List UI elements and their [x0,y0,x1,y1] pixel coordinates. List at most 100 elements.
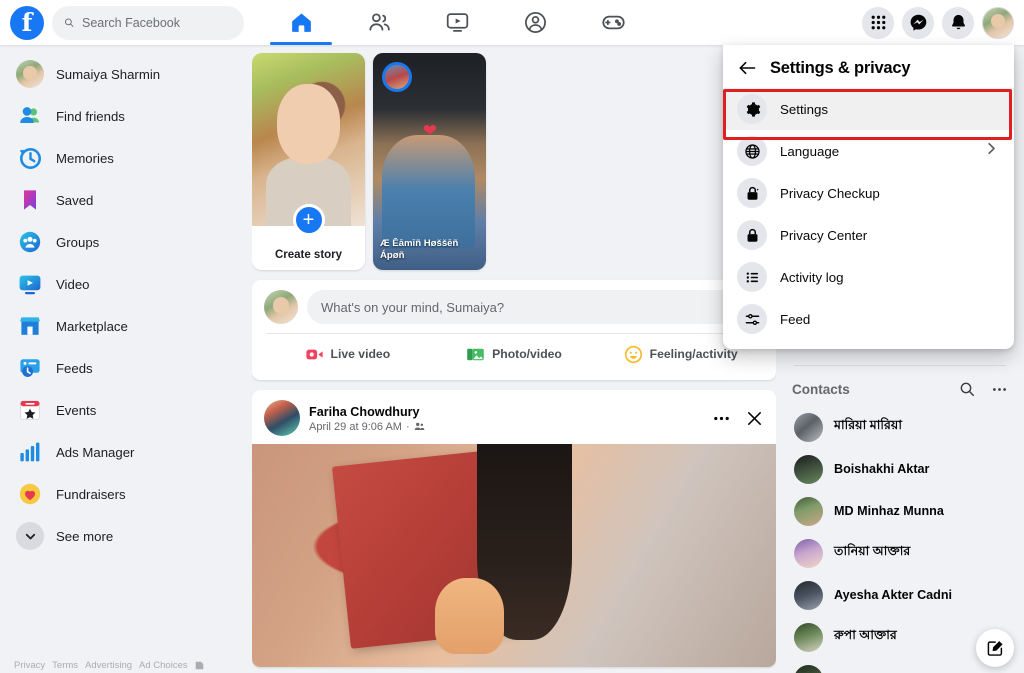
marketplace-store-icon [16,312,44,340]
plus-icon[interactable]: + [292,204,325,236]
groups-icon [16,228,44,256]
user-story-thumbnail [382,135,475,249]
contacts-title: Contacts [792,381,850,397]
tab-video[interactable] [418,0,496,45]
tab-gaming[interactable] [574,0,652,45]
menu-item-label: Privacy Checkup [780,185,880,201]
post-timestamp[interactable]: April 29 at 9:06 AM [309,421,402,433]
groups-icon [524,12,546,33]
video-icon [446,13,468,32]
grid-menu-icon [871,15,885,30]
notifications-button[interactable] [942,6,974,39]
menu-item-label: Feed [780,311,811,327]
topbar-actions [862,0,1014,45]
post-header-actions [712,409,764,428]
ad-choices-icon [195,661,203,670]
user-story-label: Æ Ēāmīñ Høššēñ Ápøñ [380,238,459,262]
search-input[interactable] [82,15,232,30]
menu-item-feed[interactable]: Feed [723,298,1014,340]
sidebar-item-label: Ads Manager [56,444,135,460]
composer-input[interactable]: What's on your mind, Sumaiya? [307,290,764,324]
contact-list-item[interactable]: Boishakhi Aktar [788,448,1012,490]
sidebar-item-see-more[interactable]: See more [8,515,240,557]
post-author-avatar[interactable] [264,400,300,436]
post-composer: What's on your mind, Sumaiya? Live video [252,280,776,380]
tab-groups[interactable] [496,0,574,45]
footer-link-advertising[interactable]: Advertising [85,660,132,671]
menu-item-settings[interactable]: Settings [723,88,1014,130]
feeling-activity-icon [624,345,642,363]
menu-item-privacy-center[interactable]: Privacy Center [723,214,1014,256]
grid-menu-button[interactable] [862,6,894,39]
menu-item-privacy-checkup[interactable]: Privacy Checkup [723,172,1014,214]
contact-list-item[interactable]: মারিয়া মারিয়া [788,406,1012,448]
post-image-hand [435,577,504,654]
feed-sliders-icon [737,304,767,334]
live-video-button[interactable]: Live video [264,337,431,371]
more-options-icon[interactable] [991,381,1008,398]
footer-link-ad-choices[interactable]: Ad Choices [139,660,188,671]
account-avatar[interactable] [982,6,1014,39]
search-box[interactable] [52,5,244,40]
tab-home[interactable] [262,0,340,45]
saved-bookmark-icon [16,186,44,214]
feed-post: Fariha Chowdhury April 29 at 9:06 AM · [252,390,776,667]
sidebar-item-memories[interactable]: Memories [8,137,240,179]
create-story-thumbnail [252,53,365,226]
menu-item-language[interactable]: Language [723,130,1014,172]
ads-manager-bars-icon [16,438,44,466]
sidebar-item-groups[interactable]: Groups [8,221,240,263]
news-feed: + Create story ❤ Æ Ēāmīñ Høššēñ Ápøñ Wha… [252,45,776,673]
close-icon[interactable] [745,409,764,428]
user-story-card[interactable]: ❤ Æ Ēāmīñ Høššēñ Ápøñ [373,53,486,270]
dropdown-title: Settings & privacy [770,58,911,77]
sidebar-item-label: Memories [56,150,114,166]
privacy-checkup-lock-icon [737,178,767,208]
compose-message-button[interactable] [976,629,1014,667]
friends-audience-icon[interactable] [414,421,425,432]
privacy-center-lock-icon [737,220,767,250]
contact-name: তানিয়া আক্তার [834,544,911,558]
post-header: Fariha Chowdhury April 29 at 9:06 AM · [252,390,776,444]
tab-friends[interactable] [340,0,418,45]
sidebar-item-marketplace[interactable]: Marketplace [8,305,240,347]
sidebar-item-ads-manager[interactable]: Ads Manager [8,431,240,473]
topbar-left-group [0,5,244,40]
events-calendar-icon [16,396,44,424]
post-image[interactable] [252,444,776,667]
sidebar-item-saved[interactable]: Saved [8,179,240,221]
footer-link-privacy[interactable]: Privacy [14,660,45,671]
left-sidebar: Sumaiya Sharmin Find friends Memories Sa… [0,45,240,673]
create-story-card[interactable]: + Create story [252,53,365,270]
back-arrow-icon[interactable] [737,58,757,78]
sidebar-item-fundraisers[interactable]: Fundraisers [8,473,240,515]
footer-link-terms[interactable]: Terms [52,660,78,671]
sidebar-item-feeds[interactable]: Feeds [8,347,240,389]
memories-clock-icon [16,144,44,172]
facebook-page: Sumaiya Sharmin Find friends [0,0,1024,673]
sidebar-item-find-friends[interactable]: Find friends [8,95,240,137]
sidebar-item-profile[interactable]: Sumaiya Sharmin [8,53,240,95]
photo-video-button[interactable]: Photo/video [431,337,598,371]
post-author-name[interactable]: Fariha Chowdhury [309,404,425,421]
search-icon[interactable] [959,381,975,397]
contact-avatar [794,622,823,652]
contact-list-item[interactable]: Ayesha Akter Cadni [788,574,1012,616]
contact-list-item[interactable]: MD Minhaz Munna [788,490,1012,532]
fundraisers-heart-icon [16,480,44,508]
composer-actions: Live video Photo/video Feeling/activity [264,334,764,374]
compose-message-icon [987,640,1003,656]
contact-name: রুপা আক্তার [834,628,897,642]
sidebar-item-events[interactable]: Events [8,389,240,431]
sidebar-item-label: Fundraisers [56,486,126,502]
sidebar-item-label: Saved [56,192,94,208]
rail-divider [794,365,1006,366]
contact-list-item[interactable]: তানিয়া আক্তার [788,532,1012,574]
contact-list-item[interactable] [788,658,1012,673]
stories-tray: + Create story ❤ Æ Ēāmīñ Høššēñ Ápøñ [252,45,776,270]
sidebar-item-video[interactable]: Video [8,263,240,305]
messenger-button[interactable] [902,6,934,39]
facebook-logo-icon[interactable] [10,5,44,40]
more-options-icon[interactable] [712,409,731,428]
menu-item-activity-log[interactable]: Activity log [723,256,1014,298]
